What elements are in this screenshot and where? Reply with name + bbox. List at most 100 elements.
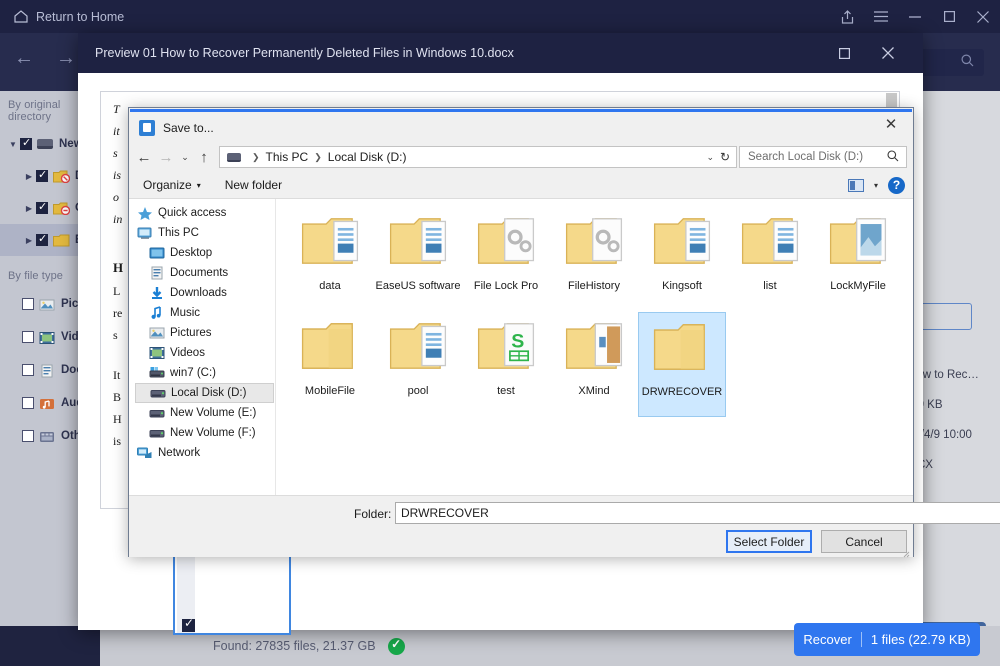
dialog-up-button[interactable]: ↑ xyxy=(193,149,215,166)
chevron-down-icon[interactable]: ⌄ xyxy=(706,152,714,163)
drive-icon xyxy=(37,139,53,149)
resize-grip[interactable] xyxy=(900,545,910,555)
filetype-checkbox[interactable] xyxy=(22,364,34,376)
preview-select-checkbox[interactable] xyxy=(182,619,195,632)
app-back-button[interactable]: ← xyxy=(14,47,34,70)
folder-item-pool[interactable]: pool xyxy=(374,312,462,417)
folder-item-mobilefile[interactable]: MobileFile xyxy=(286,312,374,417)
filetype-checkbox[interactable] xyxy=(22,397,34,409)
organize-label: Organize xyxy=(143,178,192,192)
nav-item-label: New Volume (E:) xyxy=(170,407,256,419)
breadcrumb-local-disk[interactable]: Local Disk (D:) xyxy=(328,150,407,164)
folder-item-drwrecover[interactable]: DRWRECOVER xyxy=(638,312,726,417)
sidebar-tree-checkbox[interactable] xyxy=(36,202,48,214)
help-icon[interactable]: ? xyxy=(888,177,905,194)
dialog-back-button[interactable]: ← xyxy=(133,149,155,166)
save-folder-icon xyxy=(139,120,155,136)
filetype-checkbox[interactable] xyxy=(22,331,34,343)
filetype-checkbox[interactable] xyxy=(22,430,34,442)
app-forward-button[interactable]: → xyxy=(56,47,76,70)
new-folder-button[interactable]: New folder xyxy=(225,178,282,192)
nav-item-documents[interactable]: Documents xyxy=(135,263,274,283)
nav-item-network[interactable]: Network xyxy=(135,443,274,463)
menu-icon[interactable] xyxy=(864,0,898,33)
folder-name-input[interactable]: DRWRECOVER xyxy=(395,502,1000,524)
nav-item-new-volume-f[interactable]: New Volume (F:) xyxy=(135,423,274,443)
share-icon[interactable] xyxy=(830,0,864,33)
downloads-icon xyxy=(149,286,165,300)
lost-folder-icon xyxy=(53,202,69,214)
close-icon[interactable] xyxy=(966,0,1000,33)
dialog-forward-button: → xyxy=(155,149,177,166)
folder-item-xmind[interactable]: XMind xyxy=(550,312,638,417)
nav-item-videos[interactable]: Videos xyxy=(135,343,274,363)
search-icon xyxy=(961,54,974,70)
return-to-home-label: Return to Home xyxy=(36,10,124,24)
document-line: It xyxy=(113,368,120,383)
star-icon xyxy=(137,206,153,220)
folder-item-list[interactable]: list xyxy=(726,207,814,312)
nav-item-win7-c[interactable]: win7 (C:) xyxy=(135,363,274,383)
folder-item-kingsoft[interactable]: Kingsoft xyxy=(638,207,726,312)
refresh-icon[interactable]: ↻ xyxy=(720,150,730,164)
folder-icon xyxy=(53,234,69,246)
select-folder-button[interactable]: Select Folder xyxy=(726,530,812,553)
pc-icon xyxy=(137,226,153,240)
sidebar-tree-checkbox[interactable] xyxy=(36,234,48,246)
preview-close-icon[interactable] xyxy=(869,33,907,73)
nav-item-label: This PC xyxy=(158,227,199,239)
dialog-close-button[interactable]: ✕ xyxy=(874,110,908,138)
nav-item-label: Pictures xyxy=(170,327,212,339)
return-to-home-button[interactable]: Return to Home xyxy=(14,10,124,24)
preview-maximize-icon[interactable] xyxy=(825,33,863,73)
dialog-bottom-bar: Folder: DRWRECOVER Select Folder Cancel xyxy=(129,495,913,557)
dialog-search-input[interactable]: Search Local Disk (D:) xyxy=(739,146,907,168)
chevron-right-icon[interactable]: ▶ xyxy=(22,204,36,213)
folder-item-data[interactable]: data xyxy=(286,207,374,312)
recent-locations-button[interactable]: ⌄ xyxy=(177,152,193,163)
audio-icon xyxy=(39,397,55,409)
folder-item-test[interactable]: Stest xyxy=(462,312,550,417)
app-titlebar: Return to Home xyxy=(0,0,1000,33)
cancel-button[interactable]: Cancel xyxy=(821,530,907,553)
view-icon[interactable] xyxy=(848,179,864,192)
folder-item-label: data xyxy=(316,279,343,293)
folder-plain-icon xyxy=(299,316,361,381)
sidebar-tree-checkbox[interactable] xyxy=(36,170,48,182)
address-bar[interactable]: ❯ This PC ❯ Local Disk (D:) ⌄ ↻ xyxy=(219,146,737,168)
chevron-right-icon[interactable]: ▶ xyxy=(22,172,36,181)
nav-item-new-volume-e[interactable]: New Volume (E:) xyxy=(135,403,274,423)
filetype-checkbox[interactable] xyxy=(22,298,34,310)
home-icon xyxy=(14,10,28,23)
minimize-icon[interactable] xyxy=(898,0,932,33)
nav-item-this-pc[interactable]: This PC xyxy=(135,223,274,243)
new-folder-label: New folder xyxy=(225,178,282,192)
breadcrumb-this-pc[interactable]: This PC xyxy=(266,150,309,164)
document-line: L xyxy=(113,284,120,299)
nav-item-pictures[interactable]: Pictures xyxy=(135,323,274,343)
app-nav-arrows: ← → xyxy=(14,47,76,70)
folder-item-file-lock-pro[interactable]: File Lock Pro xyxy=(462,207,550,312)
organize-button[interactable]: Organize ▾ xyxy=(143,178,201,192)
nav-item-quick-access[interactable]: Quick access xyxy=(135,203,274,223)
nav-item-music[interactable]: Music xyxy=(135,303,274,323)
folder-item-easeus-software[interactable]: EaseUS software xyxy=(374,207,462,312)
chevron-right-icon[interactable]: ▶ xyxy=(22,236,36,245)
status-text: Found: 27835 files, 21.37 GB xyxy=(213,639,376,653)
nav-item-desktop[interactable]: Desktop xyxy=(135,243,274,263)
nav-item-local-disk-d[interactable]: Local Disk (D:) xyxy=(135,383,274,403)
svg-text:S: S xyxy=(511,330,524,352)
folder-item-lockmyfile[interactable]: LockMyFile xyxy=(814,207,902,312)
chevron-down-icon[interactable]: ▼ xyxy=(6,140,20,149)
folder-docs-icon xyxy=(651,211,713,276)
save-to-dialog: Save to... ✕ ← → ⌄ ↑ ❯ This PC ❯ Local D… xyxy=(128,107,914,557)
sidebar-tree-checkbox[interactable] xyxy=(20,138,32,150)
preview-recover-button[interactable]: Recover 1 files (22.79 KB) xyxy=(794,623,980,656)
folder-item-filehistory[interactable]: FileHistory xyxy=(550,207,638,312)
check-icon xyxy=(388,638,405,655)
maximize-icon[interactable] xyxy=(932,0,966,33)
preview-window-titlebar: Preview 01 How to Recover Permanently De… xyxy=(78,33,923,73)
pictures-icon xyxy=(39,298,55,310)
nav-item-downloads[interactable]: Downloads xyxy=(135,283,274,303)
chevron-down-icon[interactable]: ▾ xyxy=(874,181,878,190)
